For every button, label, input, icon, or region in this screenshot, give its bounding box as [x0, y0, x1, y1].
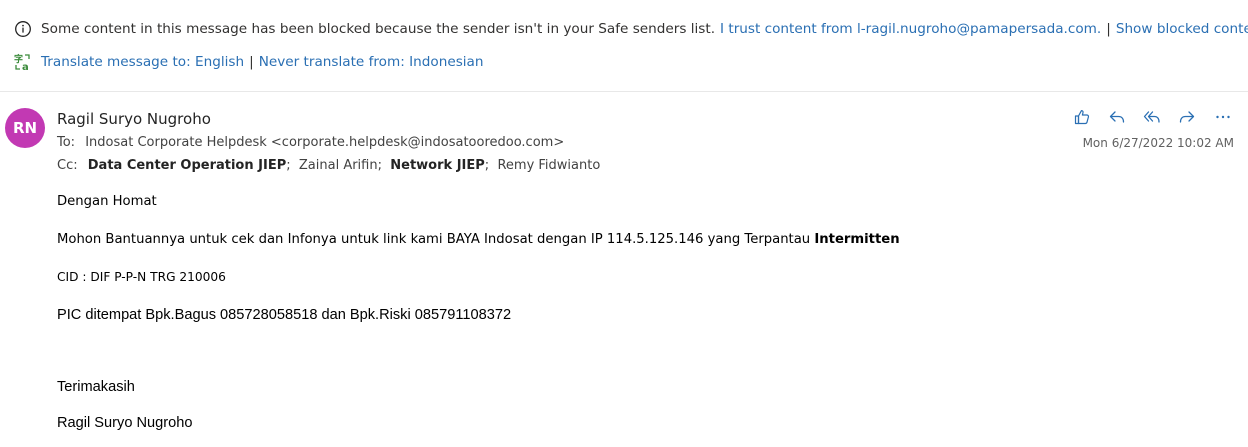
link-separator: |	[249, 54, 254, 70]
body-pic: PIC ditempat Bpk.Bagus 085728058518 dan …	[57, 307, 512, 323]
translate-message-link[interactable]: Translate message to: English	[41, 54, 244, 70]
link-separator: |	[1106, 21, 1111, 37]
to-recipient[interactable]: Indosat Corporate Helpdesk <corporate.he…	[85, 135, 564, 150]
body-greeting: Dengan Homat	[57, 194, 157, 209]
more-actions-button[interactable]	[1210, 106, 1236, 128]
like-button[interactable]	[1070, 106, 1094, 128]
reply-all-button[interactable]	[1140, 106, 1164, 128]
cc-recipient[interactable]: Network JIEP	[390, 158, 485, 173]
email-reading-pane: Some content in this message has been bl…	[0, 0, 1248, 447]
body-cid: CID : DIF P-P-N TRG 210006	[57, 270, 226, 284]
body-request-text: Mohon Bantuannya untuk cek dan Infonya u…	[57, 232, 811, 247]
svg-text:a: a	[22, 62, 29, 71]
blocked-content-notice: Some content in this message has been bl…	[14, 19, 1248, 39]
forward-button[interactable]	[1175, 106, 1199, 128]
body-closing: Terimakasih	[57, 379, 135, 395]
cc-separator: ;	[286, 158, 291, 173]
cc-recipient[interactable]: Zainal Arifin	[299, 158, 378, 173]
message-actions	[1070, 106, 1236, 128]
cc-recipient[interactable]: Remy Fidwianto	[497, 158, 600, 173]
cc-recipient[interactable]: Data Center Operation JIEP	[88, 158, 286, 173]
cc-label: Cc:	[57, 158, 78, 173]
cc-recipients: Cc: Data Center Operation JIEP; Zainal A…	[57, 158, 600, 173]
reply-icon	[1109, 111, 1125, 123]
blocked-content-text: Some content in this message has been bl…	[41, 21, 716, 37]
cc-separator: ;	[484, 158, 490, 173]
sender-name[interactable]: Ragil Suryo Nugroho	[57, 110, 211, 128]
info-icon	[15, 21, 31, 37]
more-icon	[1216, 115, 1230, 119]
trust-sender-link[interactable]: I trust content from l-ragil.nugroho@pam…	[720, 21, 1101, 37]
avatar[interactable]: RN	[5, 108, 45, 148]
reply-all-icon	[1143, 111, 1160, 123]
forward-icon	[1179, 111, 1195, 123]
message-banner: Some content in this message has been bl…	[0, 0, 1248, 92]
translate-notice: 字 a Translate message to: English | Neve…	[14, 52, 484, 72]
message-timestamp: Mon 6/27/2022 10:02 AM	[1082, 136, 1234, 150]
show-blocked-content-link[interactable]: Show blocked content	[1116, 21, 1248, 37]
body-request-bold: Intermitten	[814, 232, 900, 247]
translate-icon: 字 a	[14, 53, 30, 71]
reply-button[interactable]	[1105, 106, 1129, 128]
cc-separator: ;	[377, 158, 382, 173]
never-translate-link[interactable]: Never translate from: Indonesian	[259, 54, 484, 70]
thumbs-up-icon	[1074, 110, 1090, 125]
to-recipients: To: Indosat Corporate Helpdesk <corporat…	[57, 135, 564, 150]
to-label: To:	[57, 135, 76, 150]
body-signature: Ragil Suryo Nugroho	[57, 415, 193, 431]
body-request: Mohon Bantuannya untuk cek dan Infonya u…	[57, 232, 900, 247]
